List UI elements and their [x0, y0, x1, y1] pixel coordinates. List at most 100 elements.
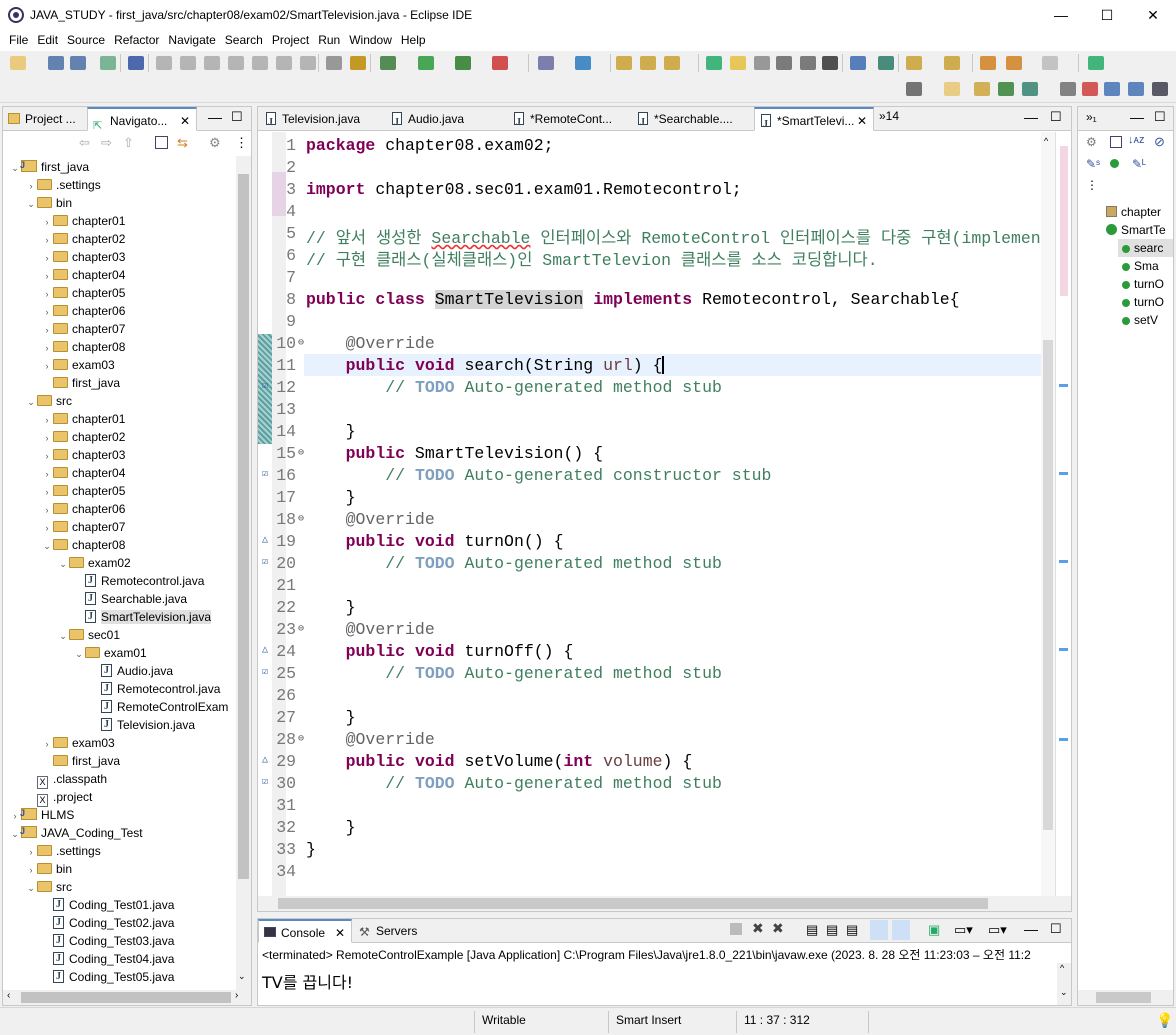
- tree-item[interactable]: › .settings: [3, 842, 101, 860]
- tree-item[interactable]: Coding_Test02.java: [3, 914, 174, 932]
- menu-refactor[interactable]: Refactor: [110, 31, 163, 47]
- tree-item[interactable]: first_java: [3, 374, 120, 392]
- scroll-left-icon[interactable]: ‹: [7, 990, 10, 1001]
- explorer-vscroll[interactable]: ⌄: [236, 156, 251, 990]
- open-console-icon[interactable]: [100, 56, 116, 70]
- code-editor[interactable]: 1 package chapter08.exam02; 2 3 import chapt…: [258, 132, 1070, 896]
- open-type-icon[interactable]: [616, 56, 632, 70]
- minimize-button[interactable]: —: [1038, 0, 1084, 31]
- pin-editor-icon[interactable]: [1088, 56, 1104, 70]
- menu-source[interactable]: Source: [63, 31, 109, 47]
- menu-run[interactable]: Run: [314, 31, 344, 47]
- collapsed-chevron-icon[interactable]: ›: [41, 465, 53, 483]
- tree-item[interactable]: ⌄JAVA_Coding_Test: [3, 822, 142, 842]
- code-line[interactable]: // TODO Auto-generated method stub: [306, 554, 722, 573]
- outline-overflow-icon[interactable]: »₁: [1086, 110, 1097, 124]
- menu-window[interactable]: Window: [345, 31, 396, 47]
- tree-item[interactable]: › chapter01: [3, 410, 126, 428]
- search-icon[interactable]: [664, 56, 680, 70]
- code-line[interactable]: // 앞서 생성한 Searchable 인터페이스와 RemoteContro…: [306, 224, 1070, 248]
- collapsed-chevron-icon[interactable]: ›: [41, 339, 53, 357]
- explorer-hscroll[interactable]: ‹ ›: [3, 990, 251, 1005]
- tree-item[interactable]: ⌄ src: [3, 878, 72, 896]
- mark-occurrences-icon[interactable]: [730, 56, 746, 70]
- tree-item[interactable]: › bin: [3, 860, 73, 878]
- tree-item[interactable]: ⌄ chapter08: [3, 536, 125, 554]
- word-wrap-icon[interactable]: ▤: [846, 922, 858, 938]
- close-tab-icon[interactable]: ✕: [857, 109, 867, 130]
- up-icon[interactable]: ⇧: [123, 135, 134, 151]
- tree-item[interactable]: › chapter08: [3, 338, 126, 357]
- override-marker-icon[interactable]: △: [262, 754, 272, 768]
- show-on-output-icon[interactable]: [870, 920, 888, 940]
- outline-hscroll-thumb[interactable]: [1096, 992, 1151, 1003]
- pilcrow-icon[interactable]: [822, 56, 838, 70]
- outline-view-icon[interactable]: [1082, 82, 1098, 96]
- override-marker-icon[interactable]: △: [262, 644, 272, 658]
- run-icon[interactable]: [418, 56, 434, 70]
- tab-navigator[interactable]: ⇱ Navigato... ✕: [87, 107, 197, 131]
- expanded-chevron-icon[interactable]: ⌄: [57, 627, 69, 645]
- task-marker-icon[interactable]: ☑: [262, 468, 272, 482]
- collapsed-chevron-icon[interactable]: ›: [41, 429, 53, 447]
- tree-item[interactable]: › .settings: [3, 176, 101, 194]
- tree-item[interactable]: › chapter07: [3, 320, 126, 338]
- tree-item[interactable]: RemoteControlExam: [3, 698, 228, 716]
- code-line[interactable]: // TODO Auto-generated constructor stub: [306, 466, 771, 485]
- tree-item[interactable]: › chapter01: [3, 212, 126, 231]
- step-return-icon[interactable]: [300, 56, 316, 70]
- maximize-console-icon[interactable]: ☐: [1050, 921, 1062, 937]
- collapsed-chevron-icon[interactable]: ›: [41, 285, 53, 303]
- tree-item[interactable]: first_java: [3, 752, 120, 770]
- collapsed-chevron-icon[interactable]: ›: [41, 303, 53, 321]
- collapsed-chevron-icon[interactable]: ›: [25, 177, 37, 195]
- tree-item[interactable]: › exam03: [3, 356, 115, 374]
- scroll-up-icon[interactable]: ^: [1044, 136, 1048, 146]
- outline-item[interactable]: setV: [1078, 311, 1158, 329]
- back-nav-icon[interactable]: [1006, 56, 1022, 70]
- next-annotation-icon[interactable]: [906, 56, 922, 70]
- fold-toggle-icon[interactable]: ⊖: [296, 447, 306, 459]
- collapsed-chevron-icon[interactable]: ›: [41, 213, 53, 231]
- hide-static-icon[interactable]: ✎ˢ: [1086, 157, 1100, 171]
- tab-servers[interactable]: ⚒ Servers: [354, 919, 424, 943]
- restore-icon[interactable]: [1060, 82, 1076, 96]
- step-over-icon[interactable]: [276, 56, 292, 70]
- task-marker-icon[interactable]: ☑: [262, 776, 272, 790]
- java-perspective-icon[interactable]: [1022, 82, 1038, 96]
- editor-hscroll[interactable]: [258, 896, 1071, 911]
- terminate-icon[interactable]: [204, 56, 220, 70]
- tree-item[interactable]: Coding_Test03.java: [3, 932, 174, 950]
- collapsed-chevron-icon[interactable]: ›: [41, 735, 53, 753]
- outline-item[interactable]: chapter: [1078, 203, 1161, 221]
- collapsed-chevron-icon[interactable]: ›: [25, 843, 37, 861]
- fold-toggle-icon[interactable]: ⊖: [296, 733, 306, 745]
- save-icon[interactable]: [48, 56, 64, 70]
- code-line[interactable]: public void turnOff() {: [306, 642, 574, 661]
- tree-item[interactable]: Coding_Test01.java: [3, 896, 174, 914]
- close-console-icon[interactable]: ✕: [335, 921, 345, 942]
- minimize-editor-icon[interactable]: —: [1024, 109, 1038, 125]
- external-tools-icon[interactable]: [492, 56, 508, 70]
- debug-perspective-icon[interactable]: [998, 82, 1014, 96]
- collapsed-chevron-icon[interactable]: ›: [41, 357, 53, 375]
- open-perspective-icon[interactable]: [944, 82, 960, 96]
- code-line[interactable]: public void search(String url) {: [306, 356, 663, 375]
- code-line[interactable]: // TODO Auto-generated method stub: [306, 378, 722, 397]
- tree-item[interactable]: ⌄ sec01: [3, 626, 120, 644]
- tree-item[interactable]: › chapter03: [3, 446, 126, 464]
- forward-icon[interactable]: ⇨: [101, 135, 112, 151]
- word-wrap-icon[interactable]: [776, 56, 792, 70]
- menu-file[interactable]: File: [5, 31, 32, 47]
- collapsed-chevron-icon[interactable]: ›: [41, 501, 53, 519]
- hide-fields-icon[interactable]: ⊘: [1154, 134, 1165, 150]
- code-line[interactable]: public void setVolume(int volume) {: [306, 752, 693, 771]
- code-line[interactable]: }: [306, 708, 356, 727]
- menu-navigate[interactable]: Navigate: [164, 31, 219, 47]
- console-output-area[interactable]: TV를 끕니다!: [258, 963, 1057, 1005]
- code-line[interactable]: import chapter08.sec01.exam01.Remotecont…: [306, 180, 742, 199]
- code-line[interactable]: }: [306, 840, 316, 859]
- new-icon[interactable]: [10, 56, 26, 70]
- code-line[interactable]: // TODO Auto-generated method stub: [306, 664, 722, 683]
- code-line[interactable]: }: [306, 818, 356, 837]
